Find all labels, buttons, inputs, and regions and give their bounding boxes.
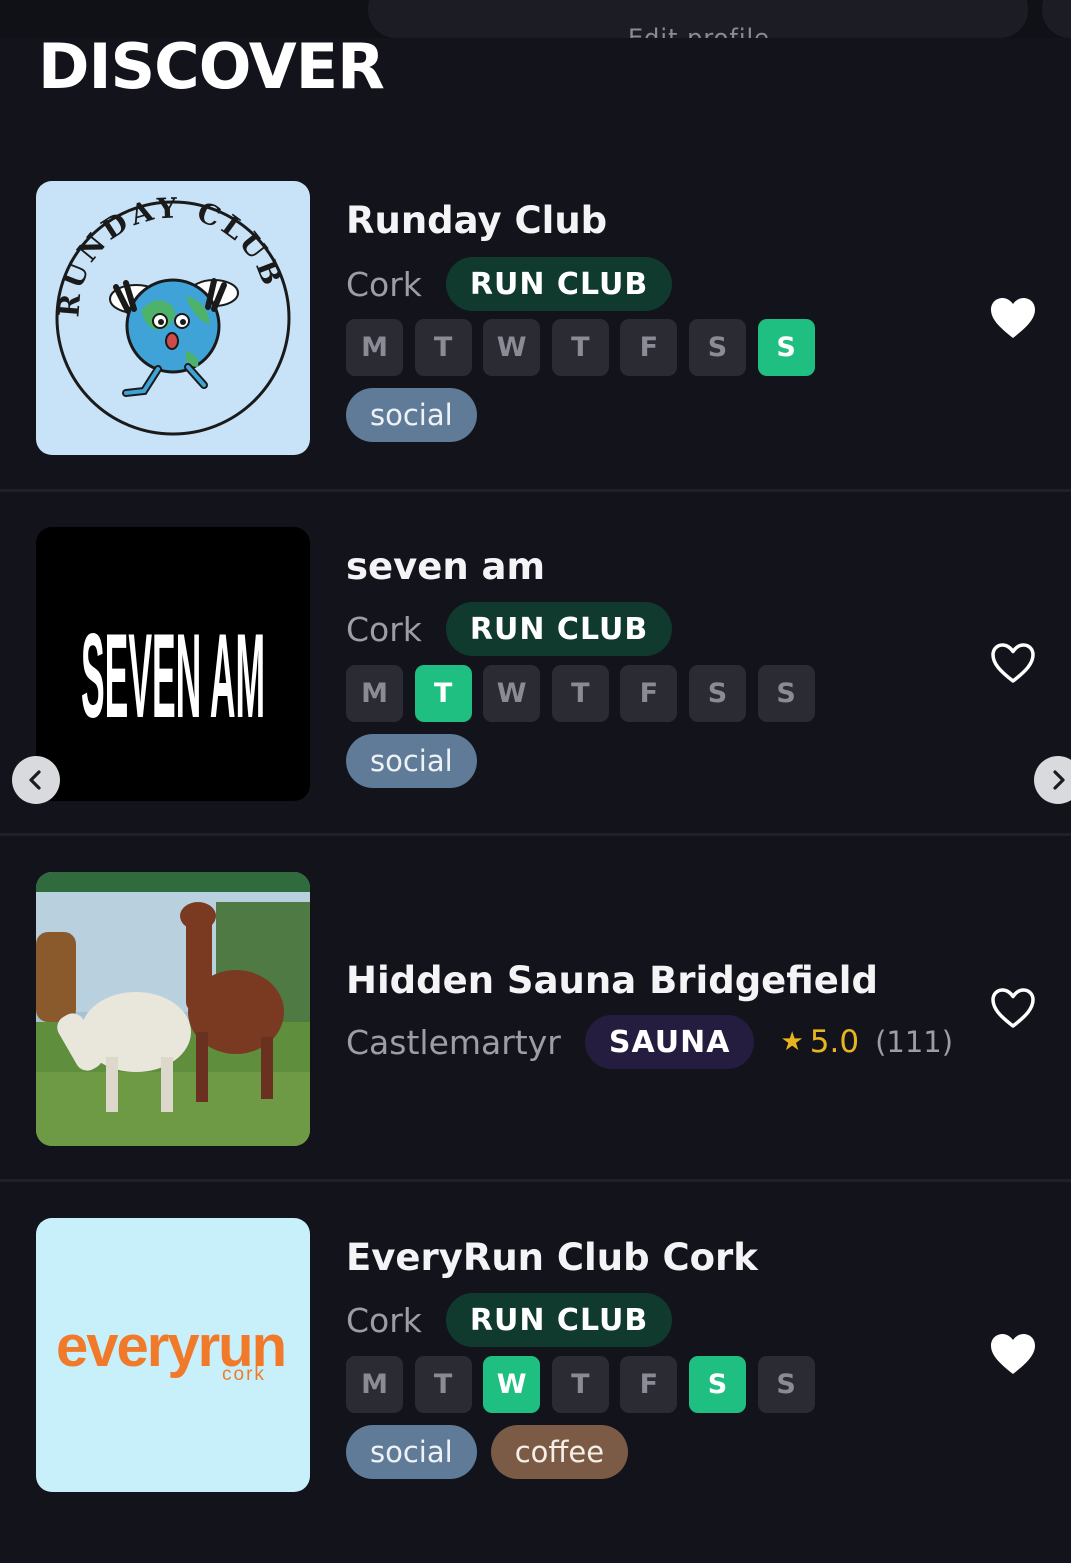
day-saturday: S [688, 665, 746, 722]
tag-list: social [346, 388, 491, 442]
tag-coffee: coffee [490, 1425, 629, 1479]
heart-filled-icon[interactable] [989, 1332, 1037, 1376]
star-icon: ★ [780, 1027, 804, 1057]
chevron-left-icon [29, 770, 41, 790]
day-sunday: S [757, 1356, 815, 1413]
listing-location: Castlemartyr [346, 1022, 561, 1062]
listing-location: Cork [346, 264, 422, 304]
day-friday: F [620, 1356, 678, 1413]
day-monday: M [346, 665, 403, 722]
schedule-days: M T W T F S S [346, 1356, 826, 1413]
heart-outline-icon[interactable] [989, 986, 1037, 1030]
day-friday: F [620, 319, 678, 376]
category-chip: RUN CLUB [445, 257, 673, 311]
day-tuesday: T [414, 665, 472, 722]
top-right-button[interactable] [1042, 0, 1071, 38]
listing-card[interactable]: Hidden Sauna Bridgefield Castlemartyr SA… [0, 872, 1071, 1217]
day-thursday: T [551, 665, 609, 722]
listing-card[interactable]: SEVEN AM seven am Cork RUN CLUB M T W T … [0, 527, 1071, 872]
divider [0, 833, 1071, 836]
day-monday: M [346, 1356, 403, 1413]
heart-outline-icon[interactable] [989, 641, 1037, 685]
day-saturday: S [688, 319, 746, 376]
day-saturday: S [688, 1356, 746, 1413]
listing-card[interactable]: everyrun cork EveryRun Club Cork Cork RU… [0, 1218, 1071, 1563]
heart-filled-icon[interactable] [989, 296, 1037, 340]
divider [0, 489, 1071, 492]
day-tuesday: T [414, 1356, 472, 1413]
listing-thumbnail: everyrun cork [36, 1218, 310, 1492]
day-wednesday: W [483, 319, 541, 376]
listing-thumbnail: RUNDAY CLUB [36, 181, 310, 455]
tag-social: social [346, 734, 477, 788]
tag-social: social [346, 388, 477, 442]
day-friday: F [620, 665, 678, 722]
day-sunday: S [757, 665, 815, 722]
carousel-prev-button[interactable] [12, 756, 60, 804]
listing-name[interactable]: seven am [346, 545, 545, 588]
schedule-days: M T W T F S S [346, 319, 826, 376]
page-title: DISCOVER [38, 30, 385, 103]
listing-location: Cork [346, 609, 422, 649]
listing-name[interactable]: Hidden Sauna Bridgefield [346, 959, 878, 1002]
tag-list: social [346, 734, 491, 788]
day-wednesday: W [483, 1356, 541, 1413]
category-chip: RUN CLUB [445, 602, 673, 656]
listing-thumbnail: SEVEN AM [36, 527, 310, 801]
listing-name[interactable]: Runday Club [346, 199, 607, 242]
day-thursday: T [551, 1356, 609, 1413]
day-wednesday: W [483, 665, 541, 722]
listing-location: Cork [346, 1300, 422, 1340]
category-chip: SAUNA [584, 1015, 755, 1069]
edit-profile-label: Edit profile [628, 24, 770, 38]
day-sunday: S [757, 319, 815, 376]
thumbnail-logo-text: SEVEN AM [81, 609, 265, 743]
rating-score: 5.0 [809, 1024, 860, 1060]
tag-list: social coffee [346, 1425, 642, 1479]
day-monday: M [346, 319, 403, 376]
rating: ★ 5.0 (111) [780, 1024, 953, 1060]
listing-card[interactable]: RUNDAY CLUB Runday Club Cork RUN CLUB M [0, 181, 1071, 526]
tag-social: social [346, 1425, 477, 1479]
schedule-days: M T W T F S S [346, 665, 826, 722]
category-chip: RUN CLUB [445, 1293, 673, 1347]
listing-name[interactable]: EveryRun Club Cork [346, 1236, 758, 1279]
chevron-right-icon [1053, 770, 1065, 790]
listing-thumbnail [36, 872, 310, 1146]
thumbnail-logo-subtext: cork [222, 1364, 266, 1385]
day-thursday: T [551, 319, 609, 376]
rating-count: (111) [875, 1025, 954, 1059]
divider [0, 1179, 1071, 1182]
day-tuesday: T [414, 319, 472, 376]
